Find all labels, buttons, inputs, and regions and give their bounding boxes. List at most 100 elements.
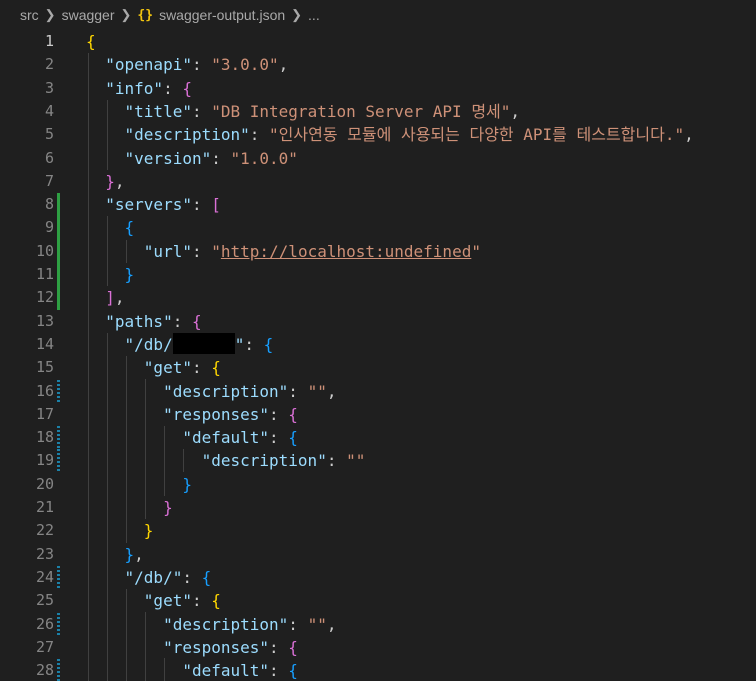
code-text: "responses": {	[163, 637, 298, 657]
code-text: },	[105, 171, 125, 191]
git-modified-marker[interactable]	[57, 426, 60, 450]
line-number: 13	[35, 311, 54, 330]
line-number: 7	[44, 171, 54, 190]
line-number: 25	[35, 591, 54, 610]
line-number: 26	[35, 614, 54, 633]
code-line: 10 "url": "http://localhost:undefined"	[0, 239, 756, 263]
line-number: 17	[35, 404, 54, 423]
code-text: }	[163, 498, 173, 517]
code-line: 12 ],	[0, 286, 756, 310]
line-number: 5	[44, 125, 54, 144]
code-text: }	[182, 474, 192, 494]
code-line: 18 "default": {	[0, 426, 756, 450]
git-modified-marker[interactable]	[57, 612, 60, 636]
line-number: 19	[35, 451, 54, 470]
line-number: 15	[35, 358, 54, 377]
git-added-marker[interactable]	[57, 193, 60, 217]
line-number: 12	[35, 288, 54, 307]
code-text: "description": "",	[163, 381, 337, 401]
code-line: 16 "description": "",	[0, 379, 756, 403]
breadcrumb-folder-swagger[interactable]: swagger	[62, 7, 115, 23]
code-line: 6 "version": "1.0.0"	[0, 147, 756, 170]
chevron-right-icon: ❯	[120, 7, 132, 22]
line-number: 27	[35, 637, 54, 656]
json-file-icon: {}	[137, 7, 154, 23]
code-text: "description": ""	[201, 451, 366, 471]
git-added-marker[interactable]	[57, 263, 60, 287]
code-text: "/db/": {	[124, 332, 274, 354]
git-added-marker[interactable]	[57, 216, 60, 240]
line-number: 23	[35, 544, 54, 563]
code-line: 20 }	[0, 473, 756, 496]
line-number: 2	[44, 55, 54, 74]
code-line: 21 }	[0, 496, 756, 519]
breadcrumb-file[interactable]: swagger-output.json	[159, 7, 285, 23]
code-text: "description": "인사연동 모듈에 사용되는 다양한 API를 테…	[124, 125, 694, 145]
line-number: 16	[35, 381, 54, 400]
code-text: "default": {	[182, 661, 298, 681]
chevron-right-icon: ❯	[291, 7, 303, 22]
code-line: 11 }	[0, 263, 756, 287]
url-link[interactable]: http://localhost:undefined	[221, 242, 471, 261]
line-number: 24	[35, 567, 54, 586]
code-text: "title": "DB Integration Server API 명세",	[124, 101, 521, 121]
code-line: 3 "info": {	[0, 77, 756, 100]
code-line: 13 "paths": {	[0, 310, 756, 333]
code-text: "get": {	[143, 358, 221, 378]
code-text: "/db/": {	[124, 567, 212, 587]
code-text: "openapi": "3.0.0",	[105, 55, 289, 75]
line-number: 10	[35, 241, 54, 260]
breadcrumb: src ❯ swagger ❯ {} swagger-output.json ❯…	[0, 0, 756, 30]
code-text: "description": "",	[163, 614, 337, 634]
line-number: 20	[35, 474, 54, 493]
line-number: 1	[44, 32, 54, 50]
line-number: 9	[44, 218, 54, 237]
code-line: 4 "title": "DB Integration Server API 명세…	[0, 100, 756, 123]
code-text: "servers": [	[105, 195, 221, 215]
code-line: 14 "/db/": {	[0, 332, 756, 356]
code-line: 22 }	[0, 519, 756, 542]
code-line: 9 {	[0, 216, 756, 240]
code-text: {	[86, 32, 96, 51]
code-text: "version": "1.0.0"	[124, 148, 298, 168]
git-modified-marker[interactable]	[57, 659, 60, 681]
git-modified-marker[interactable]	[57, 449, 60, 473]
code-line: 15 "get": {	[0, 356, 756, 379]
code-text: }	[143, 521, 154, 541]
code-line: 19 "description": ""	[0, 449, 756, 473]
line-number: 8	[44, 195, 54, 214]
code-text: "info": {	[105, 78, 192, 98]
code-line: 28 "default": {	[0, 659, 756, 681]
breadcrumb-folder-src[interactable]: src	[20, 7, 39, 23]
code-line: 8 "servers": [	[0, 193, 756, 217]
code-text: {	[124, 218, 135, 238]
line-number: 18	[35, 428, 54, 447]
code-text: "get": {	[143, 591, 221, 611]
code-text: ],	[105, 288, 125, 308]
line-number: 14	[35, 334, 54, 353]
code-line: 2 "openapi": "3.0.0",	[0, 53, 756, 76]
line-number: 6	[44, 148, 54, 167]
git-added-marker[interactable]	[57, 286, 60, 310]
code-text: "url": "http://localhost:undefined"	[143, 241, 481, 261]
line-number: 11	[35, 265, 54, 283]
git-modified-marker[interactable]	[57, 565, 60, 590]
git-modified-marker[interactable]	[57, 379, 60, 403]
code-text: "default": {	[182, 428, 298, 448]
code-line: 17 "responses": {	[0, 403, 756, 426]
code-line: 26 "description": "",	[0, 612, 756, 636]
code-text: "responses": {	[163, 404, 298, 424]
code-line: 23 },	[0, 543, 756, 566]
code-text: }	[124, 265, 135, 284]
line-number: 4	[44, 101, 54, 120]
git-added-marker[interactable]	[57, 239, 60, 263]
breadcrumb-symbols[interactable]: ...	[308, 7, 320, 23]
code-editor[interactable]: 1 { 2 "openapi": "3.0.0", 3 "info": { 4 …	[0, 30, 756, 681]
line-number: 21	[35, 498, 54, 516]
line-number: 3	[44, 78, 54, 97]
line-number: 28	[35, 661, 54, 680]
code-line: 7 },	[0, 170, 756, 193]
code-line: 27 "responses": {	[0, 636, 756, 659]
line-number: 22	[35, 521, 54, 540]
code-line: 25 "get": {	[0, 589, 756, 612]
